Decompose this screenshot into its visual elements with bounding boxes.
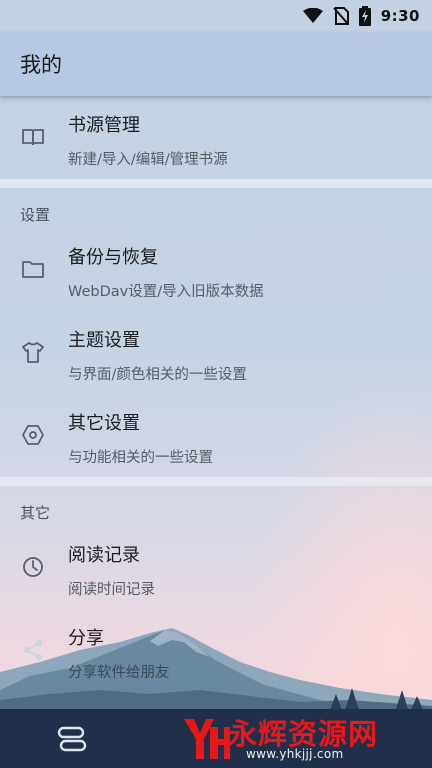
list-item-backup[interactable]: 备份与恢复 WebDav设置/导入旧版本数据	[0, 228, 432, 311]
section-header-other: 其它	[0, 486, 432, 526]
item-subtitle: WebDav设置/导入旧版本数据	[68, 284, 264, 300]
watermark: 永辉资源网 www.yhkjjj.com	[170, 709, 432, 768]
item-subtitle: 分享软件给朋友	[68, 665, 170, 681]
share-icon	[21, 638, 45, 662]
status-bar: 9:30	[0, 0, 432, 32]
section-title: 设置	[20, 206, 51, 224]
yh-logo	[184, 719, 230, 759]
item-title: 其它设置	[68, 413, 140, 434]
status-time: 9:30	[380, 7, 420, 25]
item-subtitle: 与界面/颜色相关的一些设置	[68, 367, 247, 383]
app-bar: 我的	[0, 32, 432, 96]
hexagon-gear-icon	[21, 423, 45, 447]
section-divider	[0, 477, 432, 486]
watermark-url: www.yhkjjj.com	[246, 747, 344, 761]
no-sim-icon	[332, 7, 349, 25]
item-title: 书源管理	[68, 115, 140, 136]
item-title: 备份与恢复	[68, 247, 158, 268]
item-subtitle: 新建/导入/编辑/管理书源	[68, 152, 228, 168]
item-subtitle: 与功能相关的一些设置	[68, 450, 213, 466]
menu-toggle-icon[interactable]	[50, 724, 94, 754]
item-subtitle: 阅读时间记录	[68, 582, 155, 598]
section-divider	[0, 179, 432, 188]
section-header-settings: 设置	[0, 188, 432, 228]
section-title: 其它	[20, 504, 51, 522]
list-item-reading-history[interactable]: 阅读记录 阅读时间记录	[0, 526, 432, 609]
page-title: 我的	[20, 53, 62, 77]
list-item-book-source[interactable]: 书源管理 新建/导入/编辑/管理书源	[0, 96, 432, 179]
item-title: 分享	[68, 628, 104, 649]
battery-charging-icon	[358, 6, 371, 26]
item-title: 阅读记录	[68, 545, 140, 566]
item-title: 主题设置	[68, 330, 140, 351]
wifi-icon	[302, 8, 323, 24]
list-item-theme[interactable]: 主题设置 与界面/颜色相关的一些设置	[0, 311, 432, 394]
clock-icon	[21, 555, 45, 579]
folder-icon	[21, 257, 45, 281]
tshirt-icon	[21, 340, 45, 364]
settings-list: 书源管理 新建/导入/编辑/管理书源 设置 备份与恢复 WebDav设置/导入旧…	[0, 96, 432, 692]
list-item-other-settings[interactable]: 其它设置 与功能相关的一些设置	[0, 394, 432, 477]
book-icon	[21, 125, 45, 149]
list-item-share[interactable]: 分享 分享软件给朋友	[0, 609, 432, 692]
